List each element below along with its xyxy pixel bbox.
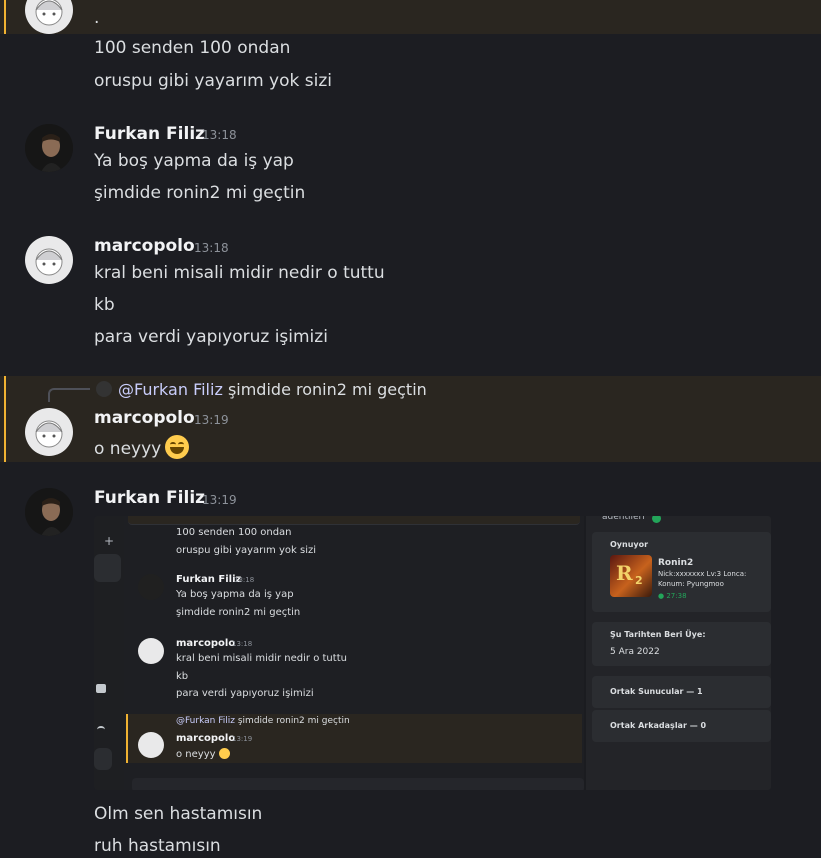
message-author[interactable]: Furkan Filiz [94, 124, 205, 144]
message-input [132, 778, 584, 790]
message-timestamp: 13:19 [232, 735, 253, 743]
message-text: 100 senden 100 ondan [176, 527, 292, 538]
game-icon: R2 [610, 555, 652, 597]
message-text: . [94, 8, 100, 28]
reply-avatar[interactable] [96, 381, 112, 397]
message-text: kb [176, 671, 189, 682]
grinning-face-emoji [218, 748, 230, 759]
phone-icon [97, 726, 105, 733]
message-author: marcopolo [176, 733, 236, 744]
avatar[interactable] [25, 488, 73, 536]
message-timestamp: 13:18 [194, 241, 229, 255]
message-text: ruh hastamısın [94, 836, 221, 856]
message-text: kb [94, 295, 115, 315]
message-timestamp: 13:18 [234, 576, 255, 584]
avatar [138, 638, 164, 664]
reply-text: şimdide ronin2 mi geçtin [237, 716, 350, 726]
message-timestamp: 13:19 [202, 493, 237, 507]
game-detail: Konum: Pyungmoo [658, 580, 724, 588]
message-timestamp: 13:18 [232, 640, 253, 648]
game-elapsed: ● 27:38 [658, 592, 687, 600]
message-author[interactable]: marcopolo [94, 236, 195, 256]
scroll-hint [128, 516, 580, 525]
game-name: Ronin2 [658, 558, 694, 568]
message-text: Ya boş yapma da iş yap [176, 589, 294, 600]
reply-preview: @Furkan Filiz şimdide ronin2 mi geçtin [176, 716, 350, 726]
reply-spine [48, 388, 90, 402]
message-author: Furkan Filiz [176, 574, 242, 585]
message-text: Olm sen hastamısın [94, 804, 263, 824]
grinning-face-emoji [165, 435, 190, 459]
reply-preview[interactable]: @Furkan Filiz şimdide ronin2 mi geçtin [118, 380, 427, 399]
server-tile [94, 554, 121, 582]
message-text: kral beni misali midir nedir o tuttu [176, 653, 347, 664]
headset-icon [96, 684, 106, 693]
message-timestamp: 13:18 [202, 128, 237, 142]
message-text: oruspu gibi yayarım yok sizi [176, 545, 316, 556]
message-text: Ya boş yapma da iş yap [94, 151, 294, 171]
message-text: oruspu gibi yayarım yok sizi [94, 71, 332, 91]
message-text: o neyyy [94, 435, 190, 459]
message-text: şimdide ronin2 mi geçtin [94, 183, 306, 203]
reply-mention[interactable]: @Furkan Filiz [118, 380, 223, 399]
message-text: para verdi yapıyoruz işimizi [176, 688, 314, 699]
game-detail: Nick:xxxxxxx Lv:3 Lonca: [658, 570, 747, 578]
reply-text: şimdide ronin2 mi geçtin [227, 380, 427, 399]
profile-top-text: adentileri [602, 516, 645, 522]
message-author: marcopolo [176, 638, 236, 649]
plus-icon: + [104, 534, 115, 548]
highlighted-message-top [0, 0, 821, 34]
message-timestamp: 13:19 [194, 413, 229, 427]
mutual-friends: Ortak Arkadaşlar — 0 [610, 721, 707, 730]
image-attachment[interactable]: + 100 senden 100 ondan oruspu gibi yayar… [94, 516, 771, 790]
avatar[interactable] [25, 408, 73, 456]
message-author[interactable]: Furkan Filiz [94, 488, 205, 508]
message-text: o neyyy [176, 748, 230, 760]
message-author[interactable]: marcopolo [94, 408, 195, 428]
member-since-card [592, 622, 771, 666]
message-text-content: o neyyy [94, 439, 162, 459]
avatar[interactable] [25, 124, 73, 172]
avatar [138, 732, 164, 758]
activity-label: Oynuyor [610, 540, 649, 549]
member-since-value: 5 Ara 2022 [610, 647, 660, 657]
message-text: 100 senden 100 ondan [94, 38, 291, 58]
message-text-content: o neyyy [176, 749, 216, 760]
avatar[interactable] [25, 236, 73, 284]
message-text: para verdi yapıyoruz işimizi [94, 327, 328, 347]
message-text: şimdide ronin2 mi geçtin [176, 607, 301, 618]
avatar [138, 574, 164, 600]
mutual-servers: Ortak Sunucular — 1 [610, 687, 703, 696]
server-tile [94, 748, 112, 770]
game-elapsed-time: 27:38 [666, 592, 687, 600]
message-text: kral beni misali midir nedir o tuttu [94, 263, 385, 283]
member-since-label: Şu Tarihten Beri Üye: [610, 630, 706, 639]
reply-mention: @Furkan Filiz [176, 716, 235, 726]
